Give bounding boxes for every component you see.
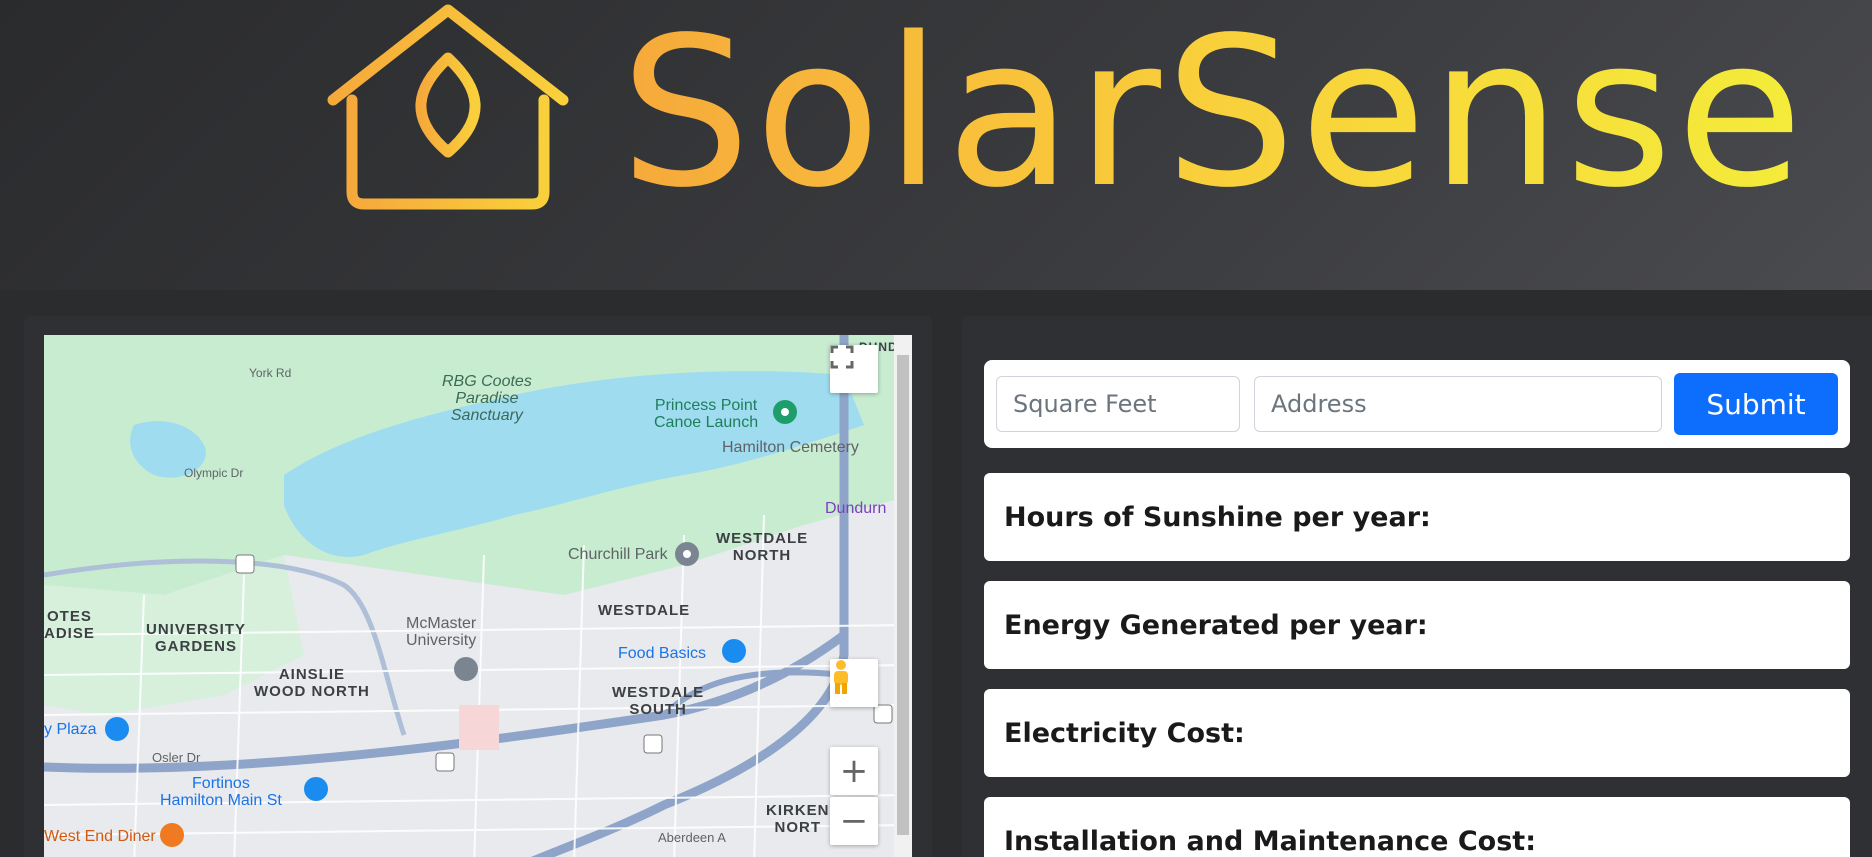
- map-label-osler: Osler Dr: [152, 750, 201, 765]
- energy-card: Energy Generated per year:: [984, 581, 1850, 669]
- map-label-westdale-south: WESTDALE SOUTH: [612, 684, 705, 718]
- map-label-princess: Princess Point Canoe Launch: [654, 397, 759, 431]
- brand-title: SolarSense: [620, 0, 1808, 233]
- installation-card: Installation and Maintenance Cost:: [984, 797, 1850, 857]
- map-label-food-basics: Food Basics: [618, 645, 707, 662]
- map-label-cemetery: Hamilton Cemetery: [722, 439, 859, 456]
- pegman-icon[interactable]: [830, 659, 878, 707]
- electricity-label: Electricity Cost:: [1004, 717, 1245, 749]
- map-label-rbg: RBG Cootes Paradise Sanctuary: [442, 373, 532, 424]
- map-scrollbar[interactable]: [894, 335, 912, 857]
- zoom-in-button[interactable]: +: [830, 747, 878, 795]
- fullscreen-icon[interactable]: [830, 345, 878, 393]
- map-label-york-rd: York Rd: [249, 366, 292, 380]
- sunshine-card: Hours of Sunshine per year:: [984, 473, 1850, 561]
- map-label-plaza: y Plaza: [44, 721, 97, 738]
- map-label-ainslie: AINSLIE WOOD NORTH: [254, 666, 370, 700]
- map-label-westdale: WESTDALE: [598, 602, 691, 619]
- energy-label: Energy Generated per year:: [1004, 609, 1428, 641]
- scrollbar-thumb[interactable]: [897, 355, 909, 835]
- map-label-mcmaster: McMaster University: [406, 615, 477, 649]
- submit-button[interactable]: Submit: [1674, 373, 1838, 435]
- installation-label: Installation and Maintenance Cost:: [1004, 825, 1536, 857]
- house-leaf-icon: [327, 4, 569, 210]
- map-label-west-end-diner: West End Diner: [44, 828, 156, 845]
- electricity-card: Electricity Cost:: [984, 689, 1850, 777]
- map-label-kirken: KIRKEN NORT: [766, 802, 830, 836]
- address-input[interactable]: Address: [1254, 376, 1662, 432]
- header: SolarSense: [0, 0, 1872, 290]
- map-label-churchill: Churchill Park: [568, 546, 668, 563]
- map-label-aberdeen: Aberdeen A: [658, 830, 726, 845]
- map-label-fortinos: Fortinos Hamilton Main St: [160, 775, 282, 809]
- map-label-otes: OTES ADISE: [44, 608, 95, 642]
- input-form: Square Feet Address Submit: [984, 360, 1850, 448]
- sunshine-label: Hours of Sunshine per year:: [1004, 501, 1431, 533]
- map-label-olympic: Olympic Dr: [184, 466, 244, 480]
- zoom-out-button[interactable]: −: [830, 797, 878, 845]
- map-label-dundurn: Dundurn: [825, 500, 887, 517]
- square-feet-input[interactable]: Square Feet: [996, 376, 1240, 432]
- map[interactable]: RBG Cootes Paradise Sanctuary Princess Poi…: [44, 335, 912, 857]
- map-label-univ-gardens: UNIVERSITY GARDENS: [146, 621, 247, 655]
- map-label-westdale-north: WESTDALE NORTH: [716, 530, 809, 564]
